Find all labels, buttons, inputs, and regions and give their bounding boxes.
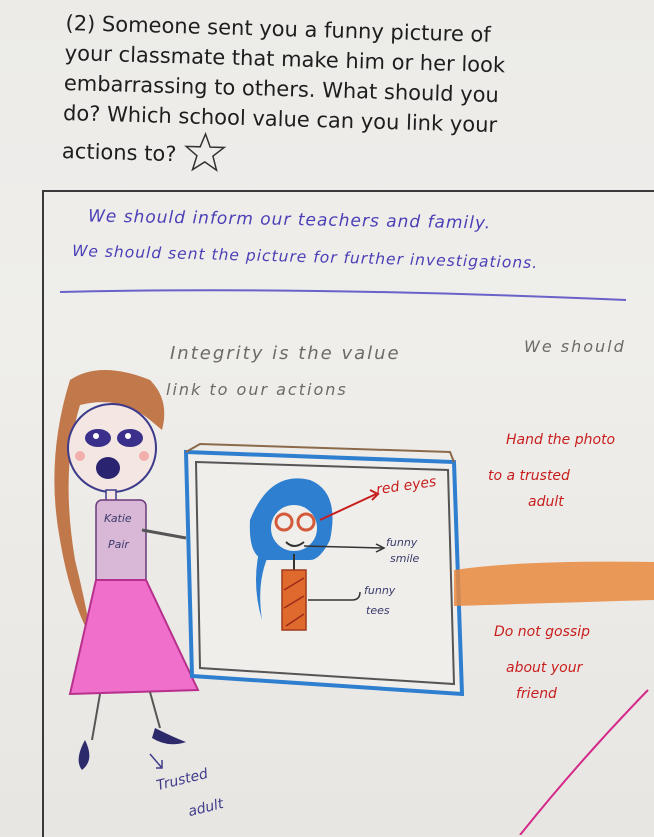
- worksheet-page: (2) Someone sent you a funny picture of …: [0, 0, 654, 837]
- child-drawing: [54, 289, 654, 835]
- label-funny-tees-1: funny: [364, 584, 396, 597]
- label-funny-smile-1: funny: [386, 536, 418, 549]
- note-hand-photo-1: Hand the photo: [506, 432, 616, 448]
- note-no-gossip-3: friend: [516, 686, 557, 702]
- note-no-gossip-2: about your: [506, 660, 583, 676]
- note-hand-photo-3: adult: [528, 494, 564, 510]
- shirt-badge-line-1: Katie: [104, 512, 132, 525]
- label-funny-tees-2: tees: [366, 604, 390, 617]
- note-hand-photo-2: to a trusted: [488, 468, 570, 484]
- divider-line: [59, 289, 627, 301]
- note-no-gossip-1: Do not gossip: [494, 624, 590, 640]
- shirt-badge-line-2: Pair: [108, 538, 129, 551]
- label-funny-smile-2: smile: [390, 552, 420, 565]
- face-drawing: [67, 403, 157, 493]
- orange-arm: [454, 561, 654, 606]
- skirt-drawing: [68, 579, 200, 696]
- mouth: [96, 457, 120, 479]
